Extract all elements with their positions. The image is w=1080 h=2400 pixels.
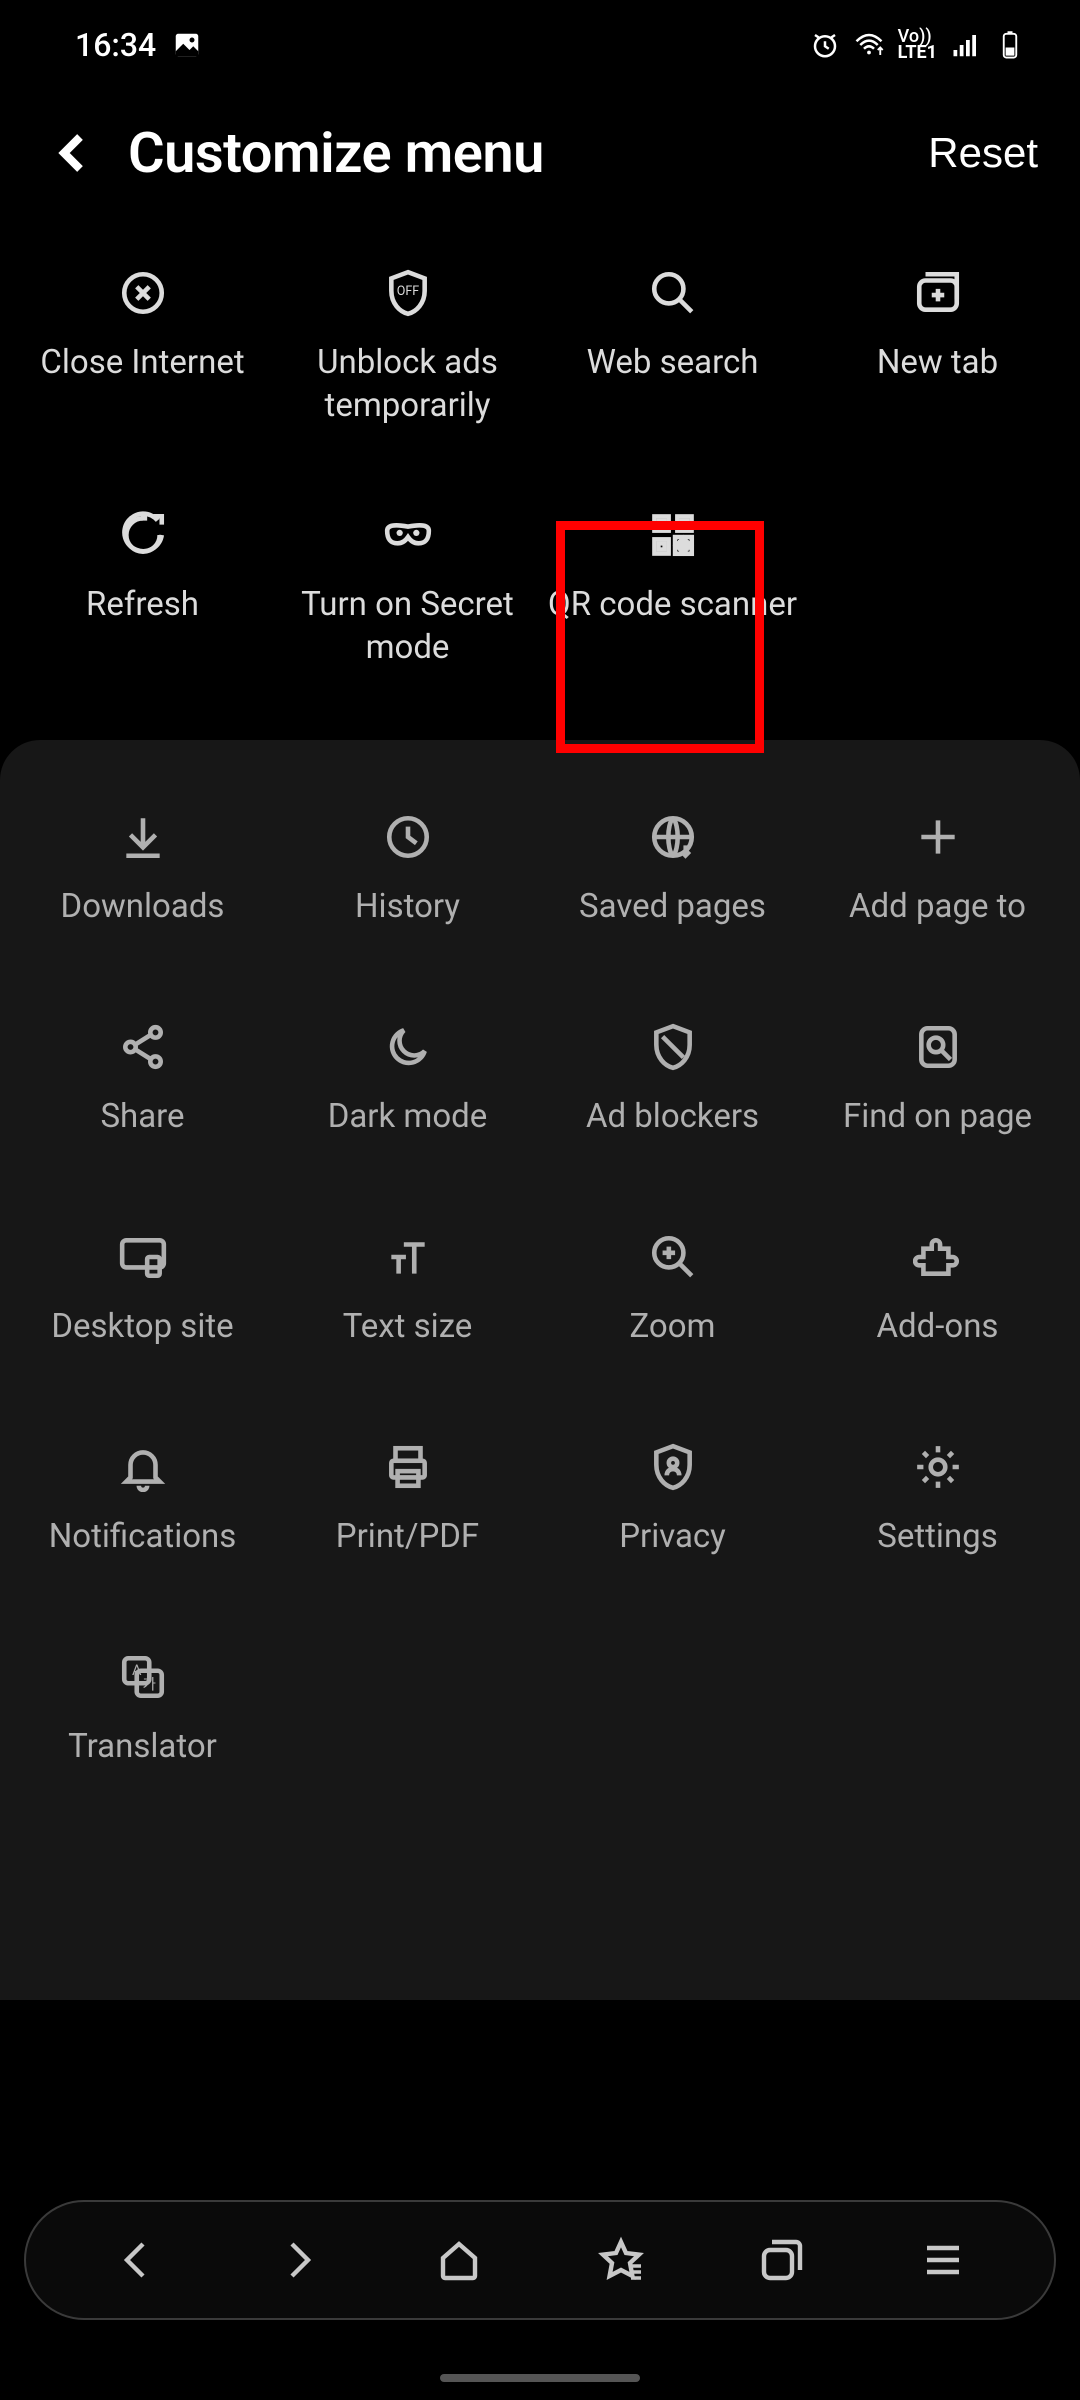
menu-item-label: New tab: [877, 342, 998, 385]
menu-item-addons[interactable]: Add-ons: [805, 1210, 1070, 1380]
menu-item-text-size[interactable]: Text size: [275, 1210, 540, 1380]
menu-item-label: Saved pages: [579, 886, 766, 929]
menu-item-label: Close Internet: [40, 342, 244, 385]
highlight-box: [556, 521, 764, 753]
nav-home-icon[interactable]: [435, 2236, 483, 2284]
menu-item-notifications[interactable]: Notifications: [10, 1420, 275, 1590]
status-right: Vo))LTE1: [810, 29, 1025, 61]
text-size-icon: [383, 1232, 433, 1282]
menu-item-new-tab[interactable]: New tab: [805, 246, 1070, 448]
share-icon: [118, 1022, 168, 1072]
nav-menu-icon[interactable]: [919, 2236, 967, 2284]
menu-item-label: Add-ons: [877, 1306, 999, 1349]
nav-back-icon[interactable]: [113, 2236, 161, 2284]
menu-item-label: Ad blockers: [586, 1096, 759, 1139]
status-time: 16:34: [75, 26, 156, 64]
menu-item-secret-mode[interactable]: Turn on Secret mode: [275, 488, 540, 690]
gesture-handle: [440, 2374, 640, 2382]
menu-item-label: Find on page: [843, 1096, 1032, 1139]
menu-item-label: Print/PDF: [336, 1516, 479, 1559]
refresh-icon: [118, 510, 168, 560]
page-title: Customize menu: [128, 120, 544, 186]
menu-item-refresh[interactable]: Refresh: [10, 488, 275, 690]
shield-off-icon: OFF: [383, 268, 433, 318]
zoom-in-icon: [648, 1232, 698, 1282]
privacy-shield-icon: [648, 1442, 698, 1492]
menu-item-label: History: [355, 886, 460, 929]
menu-item-zoom[interactable]: Zoom: [540, 1210, 805, 1380]
menu-item-label: Zoom: [629, 1306, 715, 1349]
battery-icon: [995, 30, 1025, 60]
moon-icon: [383, 1022, 433, 1072]
menu-item-close-internet[interactable]: Close Internet: [10, 246, 275, 448]
menu-item-label: Unblock ads temporarily: [281, 342, 534, 428]
menu-item-dark-mode[interactable]: Dark mode: [275, 1000, 540, 1170]
back-icon[interactable]: [50, 129, 98, 177]
menu-item-label: Web search: [587, 342, 759, 385]
menu-item-label: Notifications: [49, 1516, 237, 1559]
menu-item-privacy[interactable]: Privacy: [540, 1420, 805, 1590]
nav-forward-icon[interactable]: [274, 2236, 322, 2284]
svg-text:OFF: OFF: [396, 284, 419, 299]
menu-item-add-page-to[interactable]: Add page to: [805, 790, 1070, 960]
menu-item-find-on-page[interactable]: Find on page: [805, 1000, 1070, 1170]
nav-tabs-icon[interactable]: [758, 2236, 806, 2284]
reset-button[interactable]: Reset: [928, 129, 1038, 177]
picture-icon: [172, 30, 202, 60]
find-icon: [913, 1022, 963, 1072]
alarm-icon: [810, 30, 840, 60]
svg-text:A: A: [131, 1660, 141, 1678]
translate-icon: A가: [118, 1652, 168, 1702]
menu-item-translator[interactable]: A가 Translator: [10, 1630, 275, 1800]
menu-item-unblock-ads[interactable]: OFF Unblock ads temporarily: [275, 246, 540, 448]
menu-item-label: Settings: [877, 1516, 998, 1559]
new-tab-icon: [913, 268, 963, 318]
browser-toolbar: [24, 2200, 1056, 2320]
wifi-icon: [854, 30, 884, 60]
menu-item-label: Downloads: [61, 886, 225, 929]
gear-icon: [913, 1442, 963, 1492]
menu-item-label: Refresh: [86, 584, 199, 627]
nav-bookmarks-icon[interactable]: [597, 2236, 645, 2284]
shield-block-icon: [648, 1022, 698, 1072]
menu-item-downloads[interactable]: Downloads: [10, 790, 275, 960]
menu-item-label: Translator: [68, 1726, 217, 1769]
clock-icon: [383, 812, 433, 862]
menu-item-print-pdf[interactable]: Print/PDF: [275, 1420, 540, 1590]
menu-item-label: Privacy: [619, 1516, 726, 1559]
status-left: 16:34: [75, 26, 202, 64]
close-circle-icon: [118, 268, 168, 318]
signal-icon: [951, 30, 981, 60]
available-menu-grid: Downloads History Saved pages Add page t…: [0, 760, 1080, 1800]
menu-item-saved-pages[interactable]: Saved pages: [540, 790, 805, 960]
header: Customize menu Reset: [0, 90, 1080, 216]
menu-item-label: Text size: [343, 1306, 473, 1349]
bell-icon: [118, 1442, 168, 1492]
mask-icon: [383, 510, 433, 560]
plus-icon: [913, 812, 963, 862]
menu-item-share[interactable]: Share: [10, 1000, 275, 1170]
download-icon: [118, 812, 168, 862]
menu-item-label: Turn on Secret mode: [281, 584, 534, 670]
svg-text:가: 가: [142, 1675, 155, 1693]
volte-indicator: Vo))LTE1: [898, 29, 937, 61]
menu-item-settings[interactable]: Settings: [805, 1420, 1070, 1590]
status-bar: 16:34 Vo))LTE1: [0, 0, 1080, 90]
desktop-icon: [118, 1232, 168, 1282]
menu-item-ad-blockers[interactable]: Ad blockers: [540, 1000, 805, 1170]
search-icon: [648, 268, 698, 318]
available-items-panel: Downloads History Saved pages Add page t…: [0, 740, 1080, 2000]
menu-item-history[interactable]: History: [275, 790, 540, 960]
globe-down-icon: [648, 812, 698, 862]
menu-item-label: Add page to: [849, 886, 1026, 929]
puzzle-icon: [913, 1232, 963, 1282]
menu-item-desktop-site[interactable]: Desktop site: [10, 1210, 275, 1380]
menu-item-label: Desktop site: [51, 1306, 233, 1349]
active-menu-grid: Close Internet OFF Unblock ads temporari…: [0, 216, 1080, 690]
menu-item-label: Dark mode: [328, 1096, 488, 1139]
print-icon: [383, 1442, 433, 1492]
menu-item-web-search[interactable]: Web search: [540, 246, 805, 448]
menu-item-label: Share: [100, 1096, 184, 1139]
